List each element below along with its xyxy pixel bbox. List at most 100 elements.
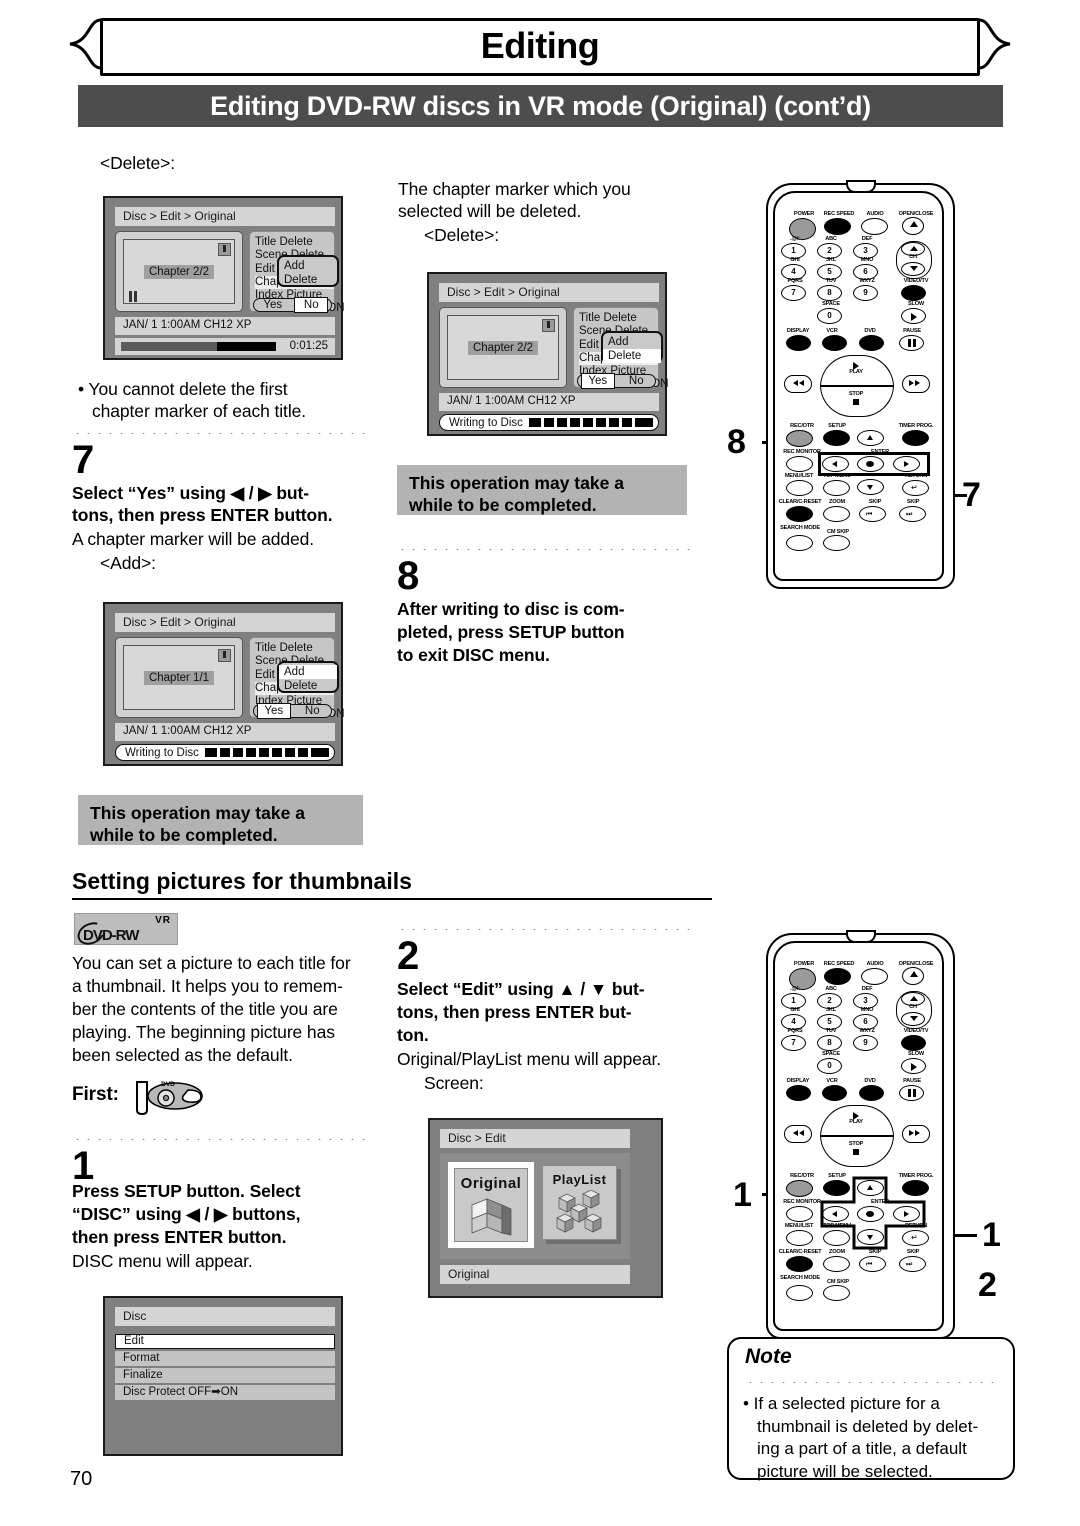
ch-up-icon — [910, 996, 918, 1001]
key-7-number: 7 — [791, 288, 796, 297]
zoom-button[interactable] — [823, 1256, 850, 1272]
key-6-label: MNO — [860, 257, 874, 263]
ch-label: CH — [909, 1004, 917, 1010]
pause-button[interactable] — [899, 335, 924, 351]
rec-speed-button[interactable] — [824, 968, 851, 985]
slow-play-icon — [911, 1063, 917, 1071]
step1-text-line3: then press ENTER button. — [72, 1227, 287, 1247]
screen-thumbnail: Chapter 1/1 — [115, 637, 243, 718]
display-button[interactable] — [786, 335, 811, 351]
rewind-button[interactable] — [784, 1125, 812, 1143]
vcr-button[interactable] — [822, 1085, 847, 1101]
screen-info-bar: JAN/ 1 1:00AM CH12 XP — [115, 723, 335, 741]
disc-menu-item-finalize[interactable]: Finalize — [115, 1368, 335, 1383]
popup-item-delete[interactable]: Delete — [603, 349, 661, 363]
popup-item-add[interactable]: Add — [279, 259, 337, 273]
yes-button[interactable]: Yes — [257, 298, 289, 312]
dvd-button[interactable] — [859, 1085, 884, 1101]
ch-label: CH — [909, 254, 917, 260]
cm-skip-button[interactable] — [823, 1285, 850, 1301]
popup-item-delete[interactable]: Delete — [279, 679, 337, 693]
chapter-number-badge — [218, 243, 231, 256]
skip-back-icon: ⏮ — [866, 1261, 873, 1268]
popup-item-add[interactable]: Add — [603, 335, 661, 349]
search-mode-button[interactable] — [786, 535, 813, 551]
no-button[interactable]: No — [296, 704, 328, 718]
open-close-label: OPEN/CLOSE — [898, 961, 934, 967]
key-2-label: ABC — [825, 236, 837, 242]
clear-reset-button[interactable] — [786, 506, 813, 522]
step-divider-1 — [72, 1136, 372, 1140]
menu-list-button[interactable] — [786, 480, 813, 496]
video-tv-button[interactable] — [901, 1035, 926, 1051]
pause-icon — [129, 289, 140, 302]
page-title: Editing — [480, 25, 600, 66]
no-button[interactable]: No — [620, 374, 652, 388]
tile-original[interactable]: Original — [448, 1162, 534, 1248]
no-button[interactable]: No — [294, 297, 329, 313]
ir-emitter — [846, 930, 876, 943]
callout-number-8: 8 — [727, 423, 746, 461]
screen-delete-writing: Disc > Edit > Original Chapter 2/2 Title… — [427, 272, 669, 436]
rec-otr-button[interactable] — [786, 1180, 813, 1197]
menu-item-title-delete[interactable]: Title Delete — [579, 312, 658, 325]
display-button[interactable] — [786, 1085, 811, 1101]
disc-menu-item-disc-protect[interactable]: Disc Protect OFF➡ON — [115, 1385, 335, 1400]
key-5-label: JKL — [826, 1007, 836, 1013]
timer-prog-button[interactable] — [902, 430, 929, 446]
ff-icon-2 — [915, 380, 920, 386]
key-1-number: 1 — [791, 246, 796, 255]
menu-item-title-delete[interactable]: Title Delete — [255, 236, 334, 249]
ch-up-icon — [910, 246, 918, 251]
skip-back-button[interactable] — [859, 1256, 886, 1272]
audio-button[interactable] — [861, 218, 888, 235]
disc-menu-item-edit[interactable]: Edit — [115, 1334, 335, 1349]
vcr-label: VCR — [826, 1078, 838, 1084]
menu-item-title-delete[interactable]: Title Delete — [255, 642, 334, 655]
rec-monitor-button[interactable] — [786, 456, 813, 472]
skip-back-button[interactable] — [859, 506, 886, 522]
video-tv-label: VIDEO/TV — [903, 1028, 929, 1034]
rewind-button[interactable] — [784, 375, 812, 393]
screen-thumbnail: Chapter 2/2 — [439, 307, 567, 388]
video-tv-button[interactable] — [901, 285, 926, 301]
rec-monitor-button[interactable] — [786, 1206, 813, 1222]
key-2-number: 2 — [827, 246, 832, 255]
yes-button[interactable]: Yes — [256, 703, 291, 719]
ch-down-icon — [910, 266, 918, 271]
left-delete-label: <Delete>: — [100, 153, 175, 173]
audio-button[interactable] — [861, 968, 888, 985]
zoom-button[interactable] — [823, 506, 850, 522]
yes-button[interactable]: Yes — [580, 373, 615, 389]
writing-to-disc-bar: Writing to Disc — [439, 414, 659, 431]
step1-text-plain: DISC menu will appear. — [72, 1251, 253, 1271]
rec-otr-button[interactable] — [786, 430, 813, 447]
popup-item-add[interactable]: Add — [279, 665, 337, 679]
dvd-button[interactable] — [859, 335, 884, 351]
skip-forward-button[interactable] — [899, 1256, 926, 1272]
search-mode-button[interactable] — [786, 1285, 813, 1301]
disc-menu-item-format[interactable]: Format — [115, 1351, 335, 1366]
pause-button[interactable] — [899, 1085, 924, 1101]
slow-play-icon — [911, 313, 917, 321]
screen-breadcrumb: Disc > Edit > Original — [439, 283, 659, 302]
vcr-button[interactable] — [822, 335, 847, 351]
rec-speed-button[interactable] — [824, 218, 851, 235]
dvd-label: DVD — [864, 328, 876, 334]
tile-playlist[interactable]: PlayList — [542, 1165, 622, 1245]
top-menu-button[interactable] — [823, 480, 850, 496]
popup-item-delete[interactable]: Delete — [279, 273, 337, 287]
key-0-label: SPACE — [822, 1051, 840, 1057]
display-label: DISPLAY — [786, 1078, 810, 1084]
setup-button[interactable] — [823, 430, 850, 446]
menu-list-button[interactable] — [786, 1230, 813, 1246]
key-3-number: 3 — [863, 246, 868, 255]
key-4-number: 4 — [791, 1017, 796, 1026]
setup-label: SETUP — [828, 423, 846, 429]
key-0-number: 0 — [827, 1061, 832, 1070]
key-3-label: DEF — [861, 236, 873, 242]
skip-forward-button[interactable] — [899, 506, 926, 522]
cm-skip-button[interactable] — [823, 535, 850, 551]
tile-original-face: Original — [454, 1168, 528, 1242]
clear-reset-button[interactable] — [786, 1256, 813, 1272]
